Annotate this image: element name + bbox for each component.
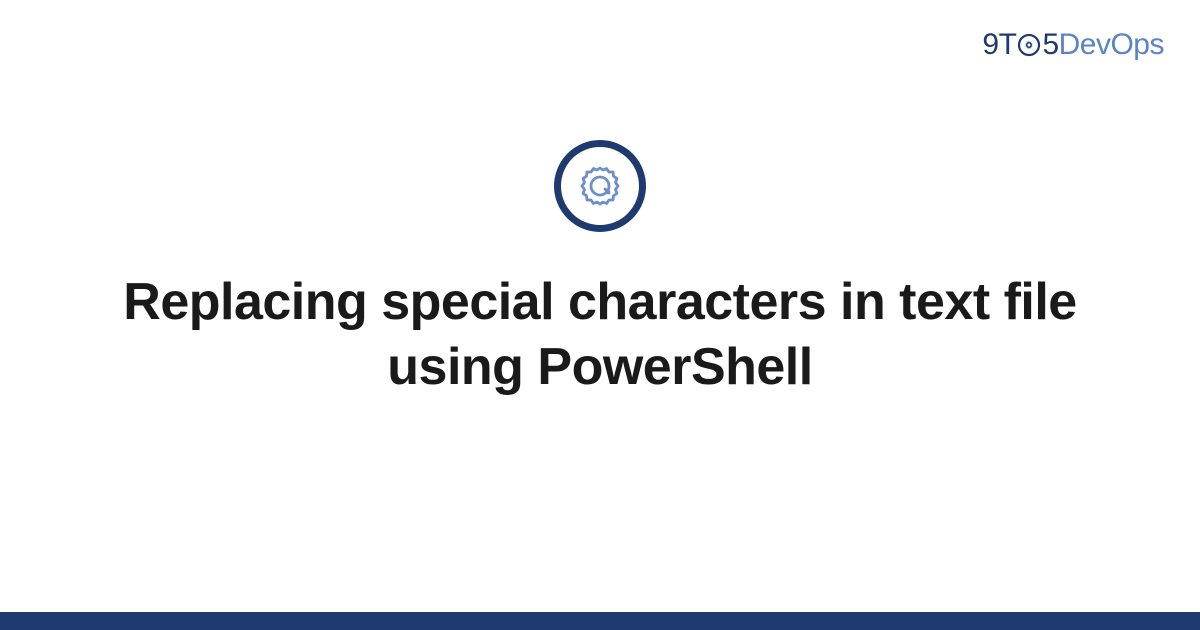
hero-icon-circle xyxy=(554,140,646,232)
page-title: Replacing special characters in text fil… xyxy=(110,270,1090,400)
footer-bar xyxy=(0,612,1200,630)
main-content: Replacing special characters in text fil… xyxy=(0,0,1200,630)
gear-icon xyxy=(572,158,628,214)
